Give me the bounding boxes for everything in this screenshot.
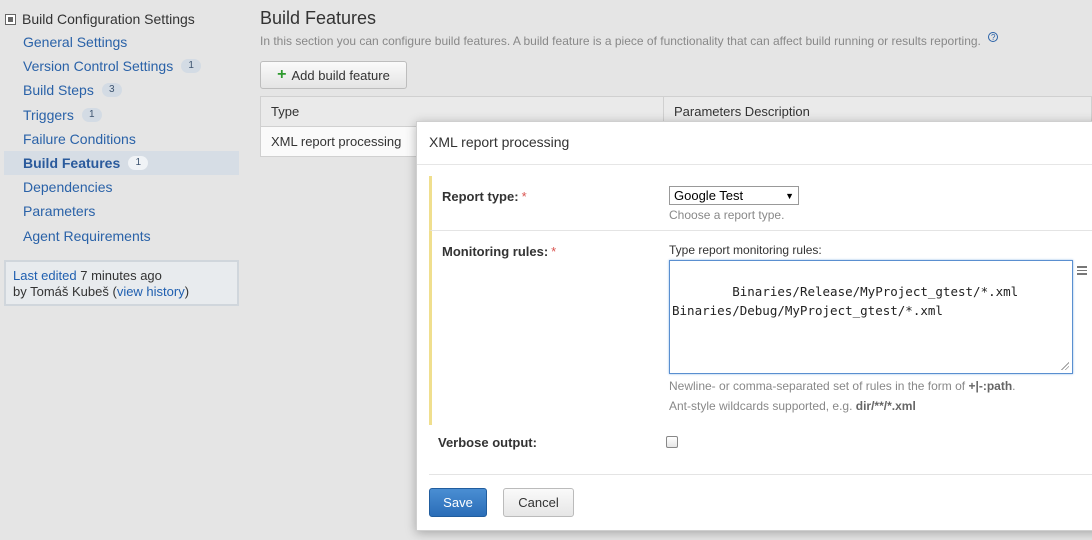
report-type-select[interactable]: Google Test ▼ bbox=[669, 186, 799, 205]
monitoring-rules-label: Monitoring rules: * bbox=[442, 244, 556, 259]
sidebar-header[interactable]: Build Configuration Settings bbox=[5, 10, 195, 28]
count-badge: 1 bbox=[128, 156, 149, 171]
add-build-feature-button[interactable]: + Add build feature bbox=[260, 61, 407, 89]
count-badge: 1 bbox=[181, 59, 202, 74]
sidebar-item-label: Parameters bbox=[23, 203, 96, 220]
monitoring-rules-value: Binaries/Release/MyProject_gtest/*.xml B… bbox=[672, 284, 1019, 318]
sidebar-item-general-settings[interactable]: General Settings bbox=[4, 30, 239, 54]
monitoring-rules-note-wildcards: Ant-style wildcards supported, e.g. dir/… bbox=[669, 399, 916, 413]
monitoring-rules-textarea[interactable]: Binaries/Release/MyProject_gtest/*.xml B… bbox=[669, 260, 1073, 374]
edited-by-line: by Tomáš Kubeš (view history) bbox=[13, 284, 230, 300]
note-wildcards-code: dir/**/*.xml bbox=[855, 399, 916, 413]
save-button[interactable]: Save bbox=[429, 488, 487, 517]
last-edited-line: Last edited 7 minutes ago bbox=[13, 268, 230, 284]
last-edited-time: 7 minutes ago bbox=[80, 268, 162, 283]
required-mark: * bbox=[521, 189, 527, 204]
required-mark: * bbox=[551, 244, 557, 259]
dropdown-arrow-icon: ▼ bbox=[785, 190, 794, 201]
edited-by-text: by Tomáš Kubeš ( bbox=[13, 284, 117, 299]
report-type-label: Report type: * bbox=[442, 189, 527, 204]
monitoring-rules-row: Monitoring rules: * Type report monitorin… bbox=[429, 231, 1092, 425]
verbose-output-row: Verbose output: bbox=[429, 425, 1092, 475]
add-build-feature-label: Add build feature bbox=[291, 67, 390, 83]
note-format-suffix: . bbox=[1012, 379, 1016, 393]
sidebar-item-label: Version Control Settings bbox=[23, 58, 174, 75]
note-wildcards-text: Ant-style wildcards supported, e.g. bbox=[669, 399, 853, 413]
verbose-output-label: Verbose output: bbox=[438, 435, 537, 450]
last-edited-link[interactable]: Last edited bbox=[13, 268, 77, 283]
count-badge: 3 bbox=[101, 83, 122, 98]
note-format-code: +|-:path bbox=[968, 379, 1013, 393]
sidebar-item-failure-conditions[interactable]: Failure Conditions bbox=[4, 127, 239, 151]
sidebar-item-build-features[interactable]: Build Features 1 bbox=[4, 150, 239, 176]
sidebar-header-label: Build Configuration Settings bbox=[22, 11, 195, 27]
xml-report-dialog: XML report processing Report type: * Goog… bbox=[416, 121, 1092, 531]
resize-handle-icon[interactable] bbox=[1061, 362, 1069, 370]
sidebar-item-label: Triggers bbox=[23, 106, 74, 123]
last-edited-box: Last edited 7 minutes ago by Tomáš Kubeš… bbox=[4, 260, 239, 306]
sidebar-item-label: General Settings bbox=[23, 34, 128, 51]
collapse-square-icon[interactable] bbox=[5, 13, 16, 25]
dialog-body: Report type: * Google Test ▼ Choose a rep… bbox=[429, 176, 1092, 475]
sidebar-item-label: Build Features bbox=[23, 155, 121, 172]
count-badge: 1 bbox=[81, 107, 102, 122]
sidebar-item-agent-requirements[interactable]: Agent Requirements bbox=[4, 224, 239, 248]
cancel-button[interactable]: Cancel bbox=[503, 488, 574, 517]
help-icon[interactable]: ? bbox=[988, 32, 999, 42]
monitoring-rules-label-text: Monitoring rules: bbox=[442, 244, 549, 259]
sidebar-item-build-steps[interactable]: Build Steps 3 bbox=[4, 78, 239, 102]
sidebar-item-label: Build Steps bbox=[23, 82, 94, 99]
sidebar-item-version-control-settings[interactable]: Version Control Settings 1 bbox=[4, 54, 239, 78]
sidebar-item-dependencies[interactable]: Dependencies bbox=[4, 175, 239, 199]
report-type-row: Report type: * Google Test ▼ Choose a rep… bbox=[429, 176, 1092, 231]
edited-by-suffix: ) bbox=[184, 284, 190, 299]
monitoring-rules-note-format: Newline- or comma-separated set of rules… bbox=[669, 379, 1016, 393]
description-text: In this section you can configure build … bbox=[260, 34, 981, 48]
report-type-label-text: Report type: bbox=[442, 189, 519, 204]
sidebar-item-label: Dependencies bbox=[23, 179, 113, 196]
view-history-link[interactable]: view history bbox=[117, 284, 185, 299]
page-title: Build Features bbox=[260, 8, 377, 28]
page-description: In this section you can configure build … bbox=[260, 32, 999, 48]
dialog-title: XML report processing bbox=[417, 122, 1092, 165]
sidebar-item-triggers[interactable]: Triggers 1 bbox=[4, 103, 239, 127]
verbose-output-checkbox[interactable] bbox=[666, 436, 678, 448]
report-type-selected: Google Test bbox=[674, 188, 744, 203]
sidebar-item-label: Agent Requirements bbox=[23, 227, 151, 244]
plus-icon: + bbox=[277, 66, 287, 83]
note-format-text: Newline- or comma-separated set of rules… bbox=[669, 379, 966, 393]
monitoring-rules-hint: Type report monitoring rules: bbox=[669, 243, 822, 257]
sidebar-item-label: Failure Conditions bbox=[23, 130, 136, 147]
sidebar-list: General Settings Version Control Setting… bbox=[4, 30, 239, 248]
list-icon[interactable] bbox=[1077, 266, 1087, 275]
sidebar: Build Configuration Settings General Set… bbox=[0, 0, 240, 540]
report-type-note: Choose a report type. bbox=[669, 208, 785, 222]
sidebar-item-parameters[interactable]: Parameters bbox=[4, 199, 239, 223]
